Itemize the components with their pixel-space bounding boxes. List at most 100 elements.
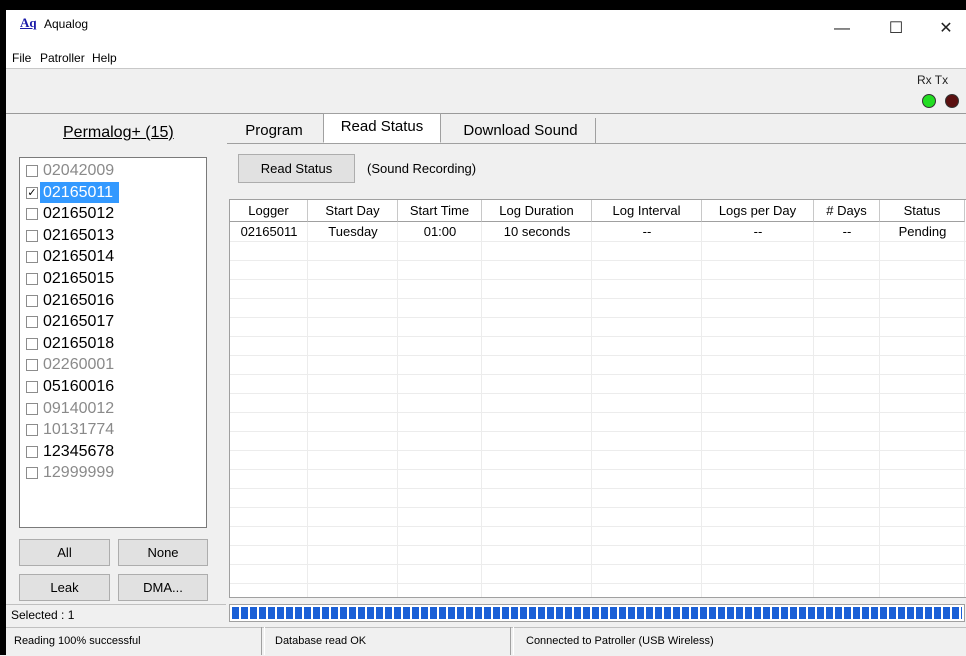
- progress-fill: [232, 607, 962, 619]
- list-item[interactable]: 05160016: [21, 376, 205, 397]
- checkbox[interactable]: [26, 402, 38, 415]
- minimize-button[interactable]: —: [822, 16, 862, 42]
- grid-line: [230, 317, 966, 318]
- logger-id: 02165013: [43, 226, 115, 244]
- checkbox[interactable]: [26, 359, 38, 372]
- grid-line: [230, 260, 966, 261]
- column-header[interactable]: Start Day: [308, 200, 398, 222]
- list-item[interactable]: 10131774: [21, 419, 205, 440]
- grid-line: [230, 564, 966, 565]
- status-database: Database read OK: [264, 627, 511, 655]
- menu-patroller[interactable]: Patroller: [40, 51, 85, 65]
- status-table[interactable]: Logger Start Day Start Time Log Duration Log…: [229, 199, 966, 598]
- checkbox[interactable]: [26, 445, 38, 458]
- table-cell[interactable]: Tuesday: [308, 222, 398, 241]
- list-item[interactable]: 02165018: [21, 333, 205, 354]
- column-header[interactable]: Log Interval: [592, 200, 702, 222]
- read-status-button[interactable]: Read Status: [238, 154, 355, 183]
- toolbar-divider: [6, 68, 966, 69]
- table-cell[interactable]: --: [592, 222, 702, 241]
- tx-indicator-icon: [945, 94, 959, 108]
- checkbox[interactable]: [26, 165, 38, 177]
- tab-read-status[interactable]: Read Status: [323, 113, 441, 143]
- grid-line: [230, 336, 966, 337]
- rx-tx-label: Rx Tx: [917, 73, 949, 87]
- dma-button[interactable]: DMA...: [118, 574, 208, 601]
- column-header[interactable]: Logs per Day: [702, 200, 814, 222]
- grid-line: [230, 469, 966, 470]
- status-connection: Connected to Patroller (USB Wireless): [513, 627, 963, 655]
- list-item[interactable]: 02165016: [21, 290, 205, 311]
- list-item[interactable]: 02260001: [21, 354, 205, 375]
- column-header[interactable]: Logger: [230, 200, 308, 222]
- logger-id: 09140012: [43, 399, 115, 417]
- app-logo-icon: Aq: [20, 15, 37, 30]
- table-cell[interactable]: 01:00: [398, 222, 482, 241]
- checkbox[interactable]: [26, 251, 38, 264]
- grid-line: [230, 355, 966, 356]
- grid-line: [230, 431, 966, 432]
- tab-program[interactable]: Program: [233, 118, 315, 143]
- grid-line: [230, 450, 966, 451]
- checkbox[interactable]: [26, 294, 38, 307]
- checkbox[interactable]: [26, 316, 38, 329]
- column-header[interactable]: Start Time: [398, 200, 482, 222]
- window-title: Aqualog: [44, 17, 89, 31]
- grid-line: [230, 583, 966, 584]
- checkbox[interactable]: [26, 208, 38, 221]
- list-item[interactable]: 02165015: [21, 268, 205, 289]
- menu-file[interactable]: File: [12, 51, 31, 65]
- list-item[interactable]: 02165012: [21, 203, 205, 224]
- checkbox[interactable]: [26, 337, 38, 350]
- column-header[interactable]: Status: [880, 200, 965, 222]
- logger-id: 02165016: [43, 291, 115, 309]
- list-item[interactable]: 02165013: [21, 225, 205, 246]
- list-item[interactable]: ✓ 02165011: [21, 181, 205, 203]
- grid-line: [230, 526, 966, 527]
- checkbox[interactable]: [26, 424, 38, 437]
- table-cell[interactable]: --: [702, 222, 814, 241]
- list-item[interactable]: 02165014: [21, 246, 205, 267]
- grid-line: [230, 393, 966, 394]
- checkbox-checked[interactable]: ✓: [26, 186, 38, 199]
- window-frame-left: [0, 0, 6, 655]
- tab-download-sound[interactable]: Download Sound: [446, 118, 596, 143]
- logger-id: 02165011: [40, 181, 119, 203]
- select-all-button[interactable]: All: [19, 539, 110, 566]
- logger-id: 12999999: [43, 464, 115, 482]
- list-item[interactable]: 12345678: [21, 441, 205, 462]
- left-panel-divider: [6, 604, 226, 605]
- table-cell[interactable]: --: [814, 222, 880, 241]
- logger-id: 10131774: [43, 421, 115, 439]
- select-none-button[interactable]: None: [118, 539, 208, 566]
- checkbox[interactable]: [26, 273, 38, 285]
- close-button[interactable]: ✕: [926, 16, 966, 42]
- menu-help[interactable]: Help: [92, 51, 117, 65]
- logger-id: 02165014: [43, 248, 115, 266]
- status-read-result: Reading 100% successful: [8, 627, 262, 655]
- table-cell[interactable]: 02165011: [230, 222, 308, 241]
- checkbox[interactable]: [26, 229, 38, 242]
- table-cell[interactable]: Pending: [880, 222, 965, 241]
- column-header[interactable]: Log Duration: [482, 200, 592, 222]
- list-item[interactable]: 09140012: [21, 398, 205, 419]
- logger-id: 02165015: [43, 270, 115, 287]
- grid-line: [230, 279, 966, 280]
- checkbox[interactable]: [26, 381, 38, 393]
- logger-group-title[interactable]: Permalog+ (15): [63, 124, 174, 142]
- tab-strip-line: [227, 143, 966, 144]
- table-cell[interactable]: 10 seconds: [482, 222, 592, 241]
- logger-id: 02260001: [43, 356, 115, 374]
- list-item[interactable]: 12999999: [21, 462, 205, 483]
- grid-line: [230, 412, 966, 413]
- column-header[interactable]: # Days: [814, 200, 880, 222]
- leak-button[interactable]: Leak: [19, 574, 110, 601]
- logger-id: 02042009: [43, 162, 115, 179]
- logger-list[interactable]: 02042009 ✓ 02165011 02165012 02165013 0216501…: [19, 157, 207, 528]
- window-frame-top: [0, 0, 966, 10]
- checkbox[interactable]: [26, 467, 38, 480]
- list-item[interactable]: 02042009: [21, 160, 205, 181]
- grid-line: [230, 488, 966, 489]
- list-item[interactable]: 02165017: [21, 311, 205, 332]
- maximize-button[interactable]: ☐: [876, 16, 916, 42]
